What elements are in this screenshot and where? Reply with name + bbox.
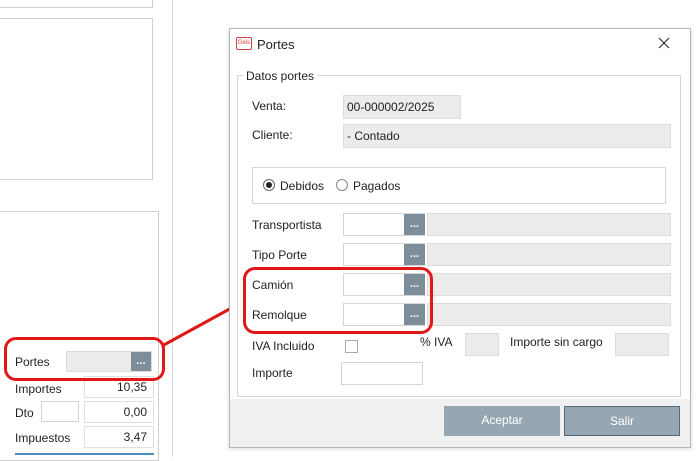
camion-name-field <box>427 273 671 296</box>
salir-button[interactable]: Salir <box>564 406 680 436</box>
importe-sin-cargo-label: Importe sin cargo <box>510 335 603 349</box>
iva-incluido-label: IVA Incluido <box>252 339 315 353</box>
importe-label: Importe <box>252 366 293 380</box>
venta-label: Venta: <box>252 99 287 113</box>
app-logo-icon: Geis <box>236 37 252 50</box>
pct-iva-field[interactable] <box>465 333 499 356</box>
pct-iva-label: % IVA <box>420 335 453 349</box>
transportista-label: Transportista <box>252 218 322 232</box>
tipo-porte-label: Tipo Porte <box>252 248 307 262</box>
portes-dialog: Geis Portes Datos portes Venta: 00-00000… <box>229 28 691 448</box>
transportista-select-button[interactable]: ... <box>404 214 425 235</box>
radio-pagados-label[interactable]: Pagados <box>353 179 400 193</box>
tipo-porte-select-button[interactable]: ... <box>404 244 425 265</box>
venta-field: 00-000002/2025 <box>343 95 461 119</box>
camion-remolque-callout-box <box>243 267 433 334</box>
aceptar-button[interactable]: Aceptar <box>444 406 560 436</box>
close-icon[interactable] <box>657 36 671 50</box>
remolque-name-field <box>427 303 671 326</box>
importe-field[interactable] <box>341 362 423 385</box>
datos-portes-title: Datos portes <box>243 69 318 83</box>
radio-debidos-label[interactable]: Debidos <box>280 179 324 193</box>
cliente-field: - Contado <box>343 124 671 148</box>
tipo-porte-name-field <box>427 243 671 266</box>
radio-pagados[interactable] <box>336 179 348 191</box>
transportista-name-field <box>427 213 671 236</box>
cliente-label: Cliente: <box>252 128 293 142</box>
dialog-title-bar: Geis Portes <box>230 29 690 59</box>
radio-debidos-dot <box>266 182 272 188</box>
importe-sin-cargo-field[interactable] <box>615 333 669 356</box>
radio-debidos[interactable] <box>263 179 275 191</box>
iva-incluido-checkbox[interactable] <box>345 340 358 353</box>
dialog-title: Portes <box>257 37 295 52</box>
